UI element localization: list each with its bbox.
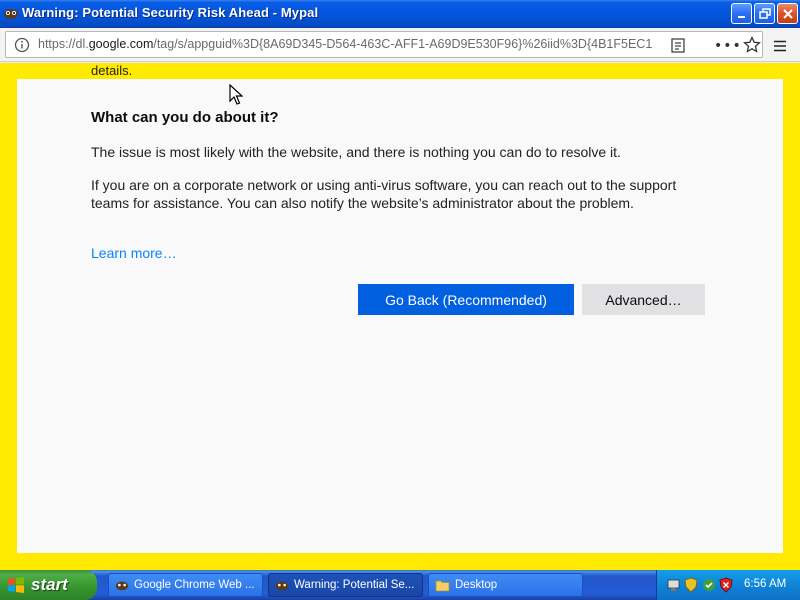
folder-icon [435, 579, 450, 592]
taskbar-item-mypal[interactable]: Warning: Potential Se... [268, 573, 423, 597]
close-button[interactable] [777, 3, 798, 24]
learn-more-link[interactable]: Learn more… [91, 245, 177, 261]
minimize-button[interactable] [731, 3, 752, 24]
close-icon [782, 8, 793, 19]
taskbar-item-label: Warning: Potential Se... [294, 579, 415, 591]
taskbar-item-label: Desktop [455, 579, 498, 591]
taskbar-item-label: Google Chrome Web ... [134, 579, 255, 591]
start-button[interactable]: start [0, 570, 97, 600]
title-bar[interactable]: Warning: Potential Security Risk Ahead -… [0, 0, 800, 28]
network-tray-icon[interactable] [666, 577, 682, 597]
restore-icon [758, 7, 771, 19]
taskbar-item-chrome[interactable]: Google Chrome Web ... [108, 573, 263, 597]
address-bar[interactable]: https://dl.google.com/tag/s/appguid%3D{8… [5, 31, 763, 58]
system-tray: 6:56 AM [656, 570, 800, 600]
explanation-paragraph: The issue is most likely with the websit… [91, 144, 621, 160]
site-info-icon[interactable] [14, 37, 30, 57]
navigation-bar: https://dl.google.com/tag/s/appguid%3D{8… [0, 28, 800, 62]
page-actions-icon[interactable]: ••• [714, 38, 742, 54]
reader-view-icon[interactable] [671, 38, 685, 57]
installer-app-icon [115, 578, 129, 592]
go-back-button[interactable]: Go Back (Recommended) [358, 284, 574, 315]
url-text[interactable]: https://dl.google.com/tag/s/appguid%3D{8… [38, 37, 666, 51]
update-tray-icon[interactable] [701, 577, 717, 597]
hamburger-menu-icon[interactable] [773, 37, 787, 56]
advice-paragraph: If you are on a corporate network or usi… [91, 177, 677, 211]
taskbar-item-desktop[interactable]: Desktop [428, 573, 583, 597]
clock[interactable]: 6:56 AM [744, 578, 786, 590]
bookmark-star-icon[interactable] [743, 35, 761, 58]
advanced-button[interactable]: Advanced… [582, 284, 705, 315]
minimize-icon [737, 15, 745, 18]
alert-shield-tray-icon[interactable] [719, 577, 733, 597]
section-heading: What can you do about it? [91, 109, 279, 126]
details-text-fragment: details. [91, 63, 133, 78]
taskbar: start Google Chrome Web ... Warning: Pot… [0, 570, 800, 600]
restore-button[interactable] [754, 3, 775, 24]
mypal-app-icon [275, 578, 289, 592]
mypal-app-icon [3, 5, 19, 21]
windows-logo-icon [8, 577, 24, 593]
mouse-pointer-icon [229, 83, 244, 110]
security-shield-tray-icon[interactable] [684, 577, 698, 597]
start-label: start [31, 575, 68, 594]
window-title: Warning: Potential Security Risk Ahead -… [22, 5, 319, 20]
